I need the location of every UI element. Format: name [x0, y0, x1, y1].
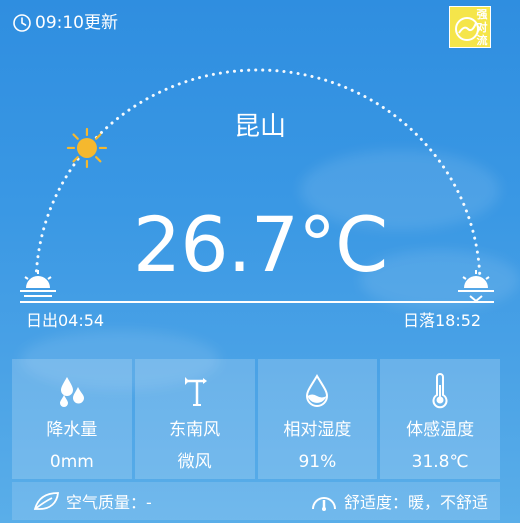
wind-vane-icon: [184, 377, 207, 406]
city-name: 昆山: [233, 112, 286, 142]
air-quality[interactable]: 空气质量：-: [32, 489, 152, 513]
bottom-info-bar: 空气质量：- 舒适度：暖，不舒适: [12, 482, 500, 520]
precipitation-tile: 降水量 0mm: [12, 359, 132, 479]
horizon-line: [20, 301, 494, 303]
air-quality-text: 空气质量：-: [66, 493, 152, 512]
sunrise-time: 日出04:54: [26, 311, 105, 330]
weather-detail-tiles: 降水量 0mm 东南风 微风 相对湿度 91% 体感温度 31.8℃: [12, 359, 500, 479]
raindrops-icon: [59, 377, 84, 407]
humidity-drop-icon: [306, 374, 329, 407]
wind-strength-value: 微风: [177, 452, 212, 472]
feels-like-label: 体感温度: [406, 420, 475, 440]
comfort-text: 舒适度：暖，不舒适: [343, 493, 488, 512]
wind-tile: 东南风 微风: [134, 359, 255, 479]
humidity-value: 91%: [298, 452, 337, 472]
thermometer-icon: [432, 373, 448, 409]
sunset-time: 日落18:52: [403, 311, 482, 330]
comfort-index[interactable]: 舒适度：暖，不舒适: [310, 489, 488, 513]
wind-direction-label: 东南风: [169, 420, 221, 440]
humidity-tile: 相对湿度 91%: [257, 359, 378, 479]
humidity-label: 相对湿度: [283, 420, 352, 440]
gauge-icon: [311, 497, 336, 511]
leaf-icon: [33, 492, 59, 510]
precipitation-label: 降水量: [46, 420, 98, 440]
current-temperature: 26.7°C: [132, 200, 388, 289]
precipitation-value: 0mm: [49, 452, 94, 472]
feels-like-tile: 体感温度 31.8℃: [380, 359, 500, 479]
feels-like-value: 31.8℃: [411, 452, 469, 472]
